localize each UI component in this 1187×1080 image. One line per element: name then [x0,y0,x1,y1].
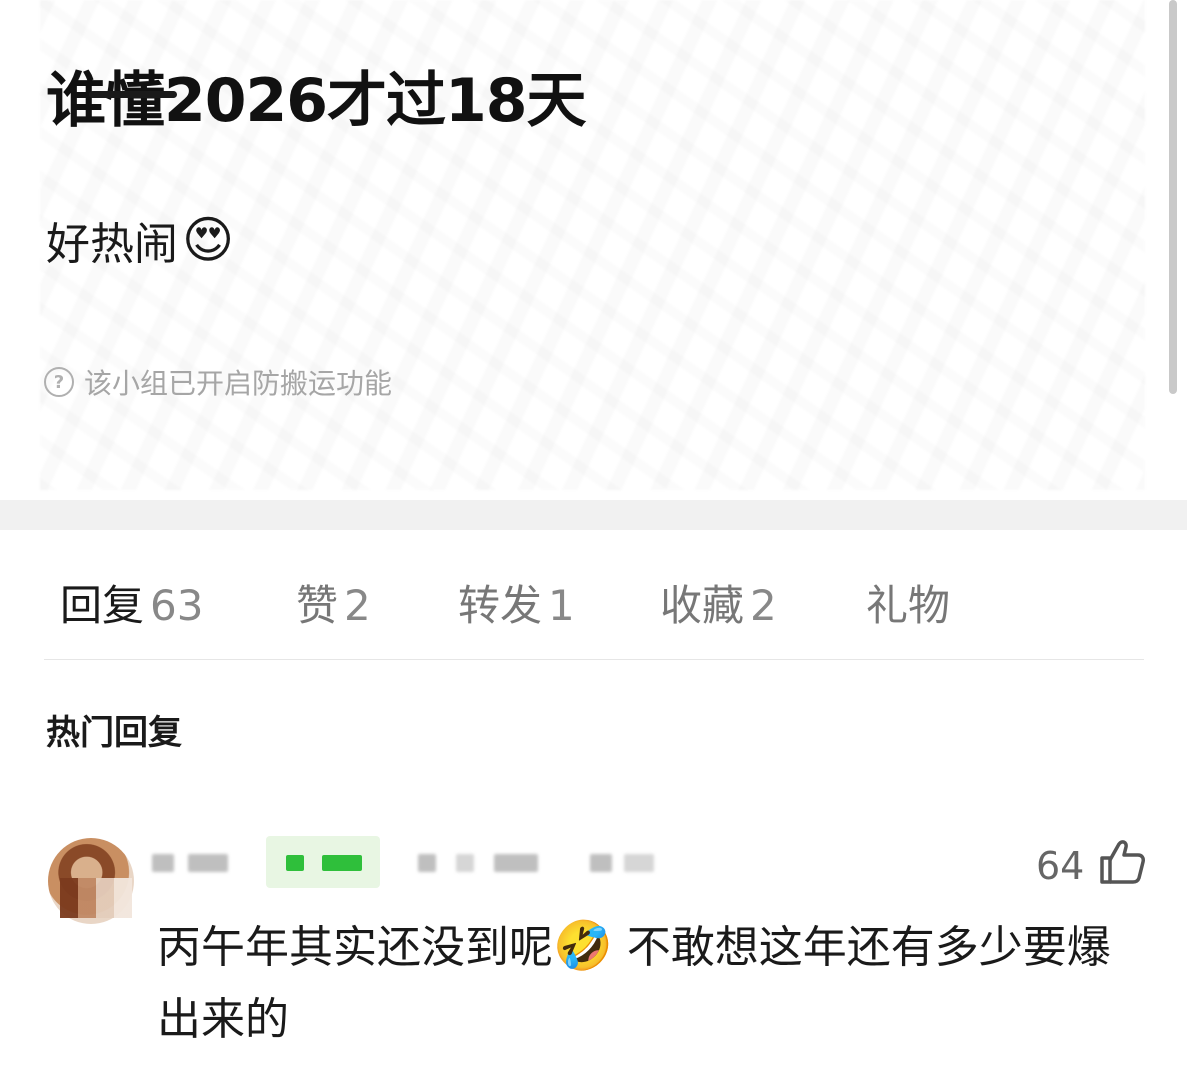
comment-text-part: 丙午年其实还没到呢 [157,922,553,973]
rolling-laughing-emoji-icon: 🤣 [553,918,613,974]
anti-copy-notice-text: 该小组已开启防搬运功能 [84,367,393,400]
tab-count: 1 [548,581,575,630]
tab-favorites[interactable]: 收藏 2 [660,572,777,633]
meta-blurred [494,854,538,872]
comment-text: 丙午年其实还没到呢🤣 不敢想这年还有多少要爆出来的 [157,910,1147,1056]
user-badge-blurred [266,836,380,888]
tab-replies[interactable]: 回复 63 [60,572,203,633]
thumbs-up-icon[interactable] [1096,836,1146,886]
tab-label: 回复 [60,581,145,630]
section-divider [0,500,1187,530]
meta-blurred [456,854,474,872]
meta-blurred [418,854,436,872]
tab-count: 63 [150,581,204,630]
tab-gifts[interactable]: 礼物 [866,572,950,633]
avatar-mosaic-blur [60,878,132,918]
tab-reposts[interactable]: 转发 1 [458,572,575,633]
tabs-divider [44,659,1144,660]
anti-copy-notice[interactable]: ? 该小组已开启防搬运功能 [44,362,392,402]
post-content: 谁懂2026才过18天 好热闹 😍 ? 该小组已开启防搬运功能 [0,0,1187,500]
question-circle-icon[interactable]: ? [44,367,74,397]
meta-blurred [590,854,612,872]
post-body: 好热闹 😍 [46,208,234,272]
tab-label: 赞 [296,581,339,630]
comment-like-count: 64 [1036,844,1085,888]
hot-replies-heading: 热门回复 [46,713,182,753]
heart-eyes-emoji-icon: 😍 [182,211,235,269]
post-body-text: 好热闹 [46,219,178,270]
tab-label: 转发 [458,581,543,630]
tab-label: 礼物 [866,581,951,630]
post-detail-page: 谁懂2026才过18天 好热闹 😍 ? 该小组已开启防搬运功能 回复 63 赞 … [0,0,1187,1080]
tab-likes[interactable]: 赞 2 [296,572,371,633]
active-tab-indicator [89,91,177,98]
meta-blurred [624,854,654,872]
username-blurred[interactable] [152,854,174,872]
comment-item[interactable]: 64 丙午年其实还没到呢🤣 不敢想这年还有多少要爆出来的 [0,830,1187,1080]
tab-count: 2 [750,581,777,630]
tab-count: 2 [344,581,371,630]
interaction-tabs: 回复 63 赞 2 转发 1 收藏 2 礼物 [0,560,1187,660]
tab-label: 收藏 [660,581,745,630]
scrollbar[interactable] [1169,0,1177,394]
username-blurred[interactable] [188,854,228,872]
